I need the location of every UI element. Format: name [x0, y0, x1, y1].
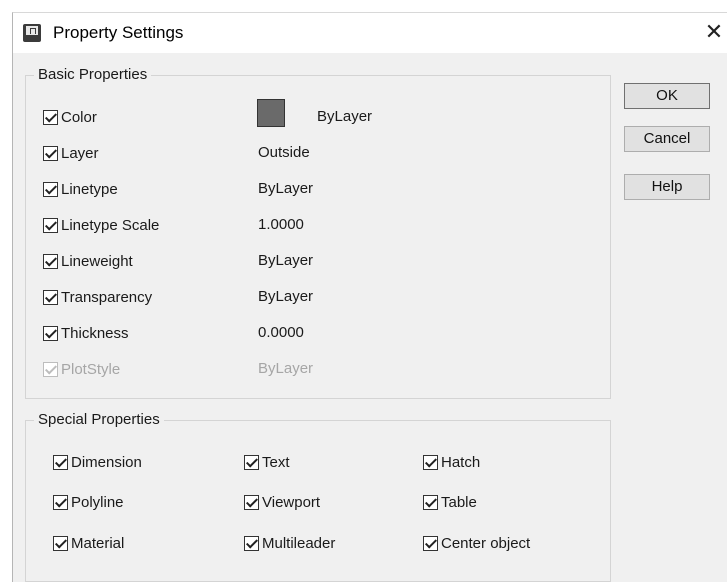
hatch-checkbox[interactable] [423, 454, 438, 470]
layer-row: Layer Outside [43, 142, 310, 164]
polyline-option[interactable]: Polyline [53, 491, 124, 513]
material-label: Material [71, 534, 125, 552]
property-settings-dialog: Property Settings ✕ Basic Properties Col… [12, 12, 727, 582]
polyline-label: Polyline [71, 493, 124, 511]
viewport-label: Viewport [262, 493, 321, 511]
linetype-scale-row: Linetype Scale 1.0000 [43, 214, 304, 236]
transparency-value: ByLayer [258, 288, 314, 305]
multileader-checkbox[interactable] [244, 535, 259, 551]
table-checkbox[interactable] [423, 494, 438, 510]
layer-value: Outside [258, 144, 310, 161]
lineweight-label: Lineweight [61, 252, 133, 270]
ok-button[interactable]: OK [624, 83, 710, 109]
hatch-label: Hatch [441, 453, 481, 471]
color-checkbox[interactable] [43, 109, 58, 125]
linetype-checkbox[interactable] [43, 181, 58, 197]
plotstyle-row: PlotStyle ByLayer [43, 358, 313, 380]
linetype-scale-value: 1.0000 [258, 216, 304, 233]
transparency-checkbox[interactable] [43, 289, 58, 305]
layer-checkbox[interactable] [43, 145, 58, 161]
hatch-option[interactable]: Hatch [423, 451, 480, 473]
linetype-scale-label: Linetype Scale [61, 216, 160, 234]
linetype-scale-checkbox[interactable] [43, 217, 58, 233]
center-object-option[interactable]: Center object [423, 532, 530, 554]
plotstyle-value: ByLayer [258, 360, 314, 377]
basic-properties-group: Basic Properties Color ByLayer Layer Out… [25, 66, 611, 399]
lineweight-value: ByLayer [258, 252, 314, 269]
center-object-label: Center object [441, 534, 531, 552]
table-option[interactable]: Table [423, 491, 477, 513]
lineweight-checkbox[interactable] [43, 253, 58, 269]
viewport-option[interactable]: Viewport [244, 491, 320, 513]
dimension-label: Dimension [71, 453, 142, 471]
color-label: Color [61, 108, 97, 126]
linetype-value: ByLayer [258, 180, 314, 197]
autocad-app-icon [23, 24, 41, 42]
plotstyle-label: PlotStyle [61, 360, 121, 378]
dimension-checkbox[interactable] [53, 454, 68, 470]
material-option[interactable]: Material [53, 532, 124, 554]
multileader-option[interactable]: Multileader [244, 532, 335, 554]
polyline-checkbox[interactable] [53, 494, 68, 510]
lineweight-row: Lineweight ByLayer [43, 250, 313, 272]
thickness-checkbox[interactable] [43, 325, 58, 341]
text-checkbox[interactable] [244, 454, 259, 470]
text-option[interactable]: Text [244, 451, 290, 473]
dimension-option[interactable]: Dimension [53, 451, 142, 473]
dialog-title: Property Settings [53, 23, 184, 42]
plotstyle-checkbox [43, 361, 58, 377]
linetype-label: Linetype [61, 180, 118, 198]
thickness-value: 0.0000 [258, 324, 304, 341]
material-checkbox[interactable] [53, 535, 68, 551]
multileader-label: Multileader [262, 534, 336, 552]
special-properties-group: Special Properties Dimension Text Hatch … [25, 411, 611, 582]
title-bar: Property Settings ✕ [13, 13, 727, 53]
basic-properties-label: Basic Properties [34, 66, 152, 83]
cancel-button[interactable]: Cancel [624, 126, 710, 152]
table-label: Table [441, 493, 477, 511]
transparency-row: Transparency ByLayer [43, 286, 313, 308]
text-label: Text [262, 453, 290, 471]
special-properties-label: Special Properties [34, 411, 164, 428]
color-value: ByLayer [317, 108, 373, 125]
linetype-row: Linetype ByLayer [43, 178, 313, 200]
center-object-checkbox[interactable] [423, 535, 438, 551]
color-row: Color ByLayer [43, 99, 372, 128]
layer-label: Layer [61, 144, 99, 162]
thickness-row: Thickness 0.0000 [43, 322, 304, 344]
help-button[interactable]: Help [624, 174, 710, 200]
close-button[interactable]: ✕ [700, 19, 727, 47]
color-swatch[interactable] [257, 99, 285, 127]
thickness-label: Thickness [61, 324, 129, 342]
viewport-checkbox[interactable] [244, 494, 259, 510]
transparency-label: Transparency [61, 288, 153, 306]
